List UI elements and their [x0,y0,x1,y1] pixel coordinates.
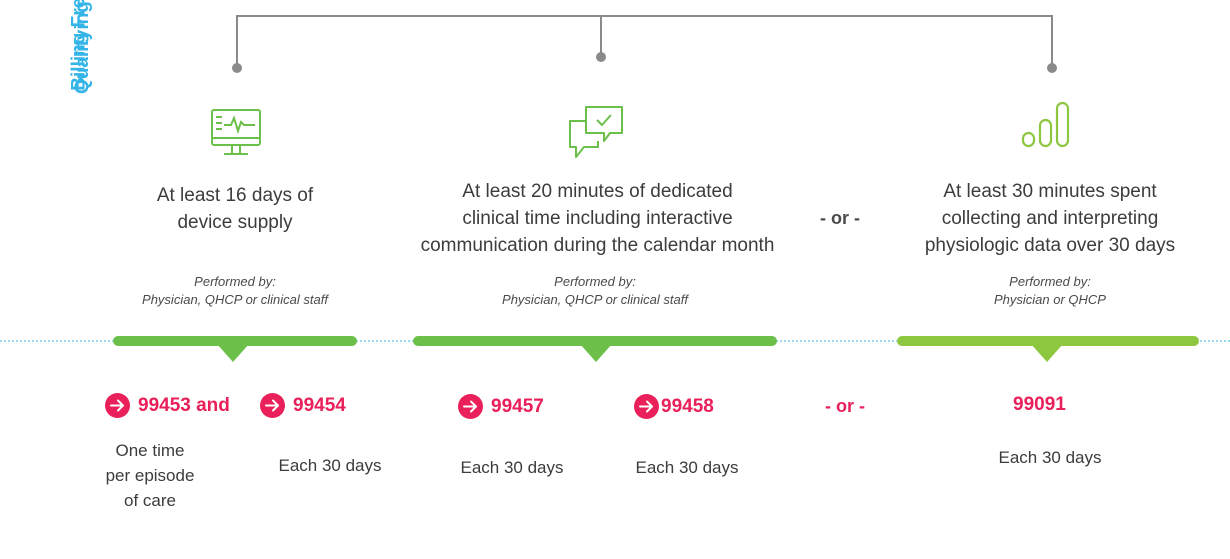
code-99457-label: 99457 [491,395,544,417]
frequency-99453-line-3: of care [124,491,176,510]
activity-3-line-2: collecting and interpreting [941,208,1159,229]
activity-3-performed-label: Performed by: [1009,274,1091,289]
code-99091: 99091 [1013,394,1066,416]
green-bar-right [897,336,1199,362]
arrow-right-circle-icon [260,393,285,418]
code-99453: 99453 and [105,393,230,418]
activity-2-performed-by: Performed by: Physician, QHCP or clinica… [465,273,725,309]
connector-dot-middle [596,52,606,62]
code-99458: 99458 [634,394,714,419]
code-99458-label: 99458 [661,395,714,417]
activity-2-line-1: At least 20 minutes of dedicated [462,181,733,202]
billing-frequency-label: Billing Frequency [68,0,90,91]
frequency-99453-line-2: per episode [105,466,195,485]
activity-1-performed-by: Performed by: Physician, QHCP or clinica… [105,273,365,309]
arrow-right-circle-icon [634,394,659,419]
activity-3-line-1: At least 30 minutes spent [943,181,1157,202]
code-99454-label: 99454 [293,394,346,416]
activity-3-performed-roles: Physician or QHCP [994,292,1106,307]
frequency-99458: Each 30 days [612,455,762,480]
activity-3-line-3: physiologic data over 30 days [924,235,1176,256]
arrow-right-circle-icon [458,394,483,419]
frequency-99091-text: Each 30 days [998,448,1102,467]
frequency-99454: Each 30 days [255,453,405,478]
code-99453-label: 99453 and [138,394,230,416]
green-bar-left [113,336,357,362]
activity-2-description: At least 20 minutes of dedicated clinica… [385,178,810,259]
frequency-99453-line-1: One time [115,441,185,460]
activity-1-performed-label: Performed by: [194,274,276,289]
activity-or-separator: - or - [820,208,860,228]
activity-1-line-1: At least 16 days of [156,185,314,206]
frequency-99091: Each 30 days [975,445,1125,470]
activity-2-performed-roles: Physician, QHCP or clinical staff [502,292,688,307]
activity-3-performed-by: Performed by: Physician or QHCP [920,273,1180,309]
green-bar-middle [413,336,777,362]
chat-check-icon [569,106,623,158]
activity-2-performed-label: Performed by: [554,274,636,289]
frequency-99453: One time per episode of care [95,438,205,513]
billing-or-separator: - or - [825,396,865,416]
connector-dot-right [1047,63,1057,73]
frequency-99457: Each 30 days [437,455,587,480]
frequency-99458-text: Each 30 days [635,458,739,477]
bar-chart-icon [1021,101,1070,148]
connector-dot-left [232,63,242,73]
activity-2-line-2: clinical time including interactive [462,208,733,229]
activity-3-description: At least 30 minutes spent collecting and… [895,178,1205,259]
code-99454: 99454 [260,393,346,418]
activity-1-line-2: device supply [177,212,293,233]
frequency-99457-text: Each 30 days [460,458,564,477]
activity-1-description: At least 16 days of device supply [100,182,370,236]
code-99091-label: 99091 [1013,394,1066,415]
monitor-heartbeat-icon [211,109,261,155]
activity-1-performed-roles: Physician, QHCP or clinical staff [142,292,328,307]
activity-2-line-3: communication during the calendar month [420,235,775,256]
arrow-right-circle-icon [105,393,130,418]
code-99457: 99457 [458,394,544,419]
frequency-99454-text: Each 30 days [278,456,382,475]
